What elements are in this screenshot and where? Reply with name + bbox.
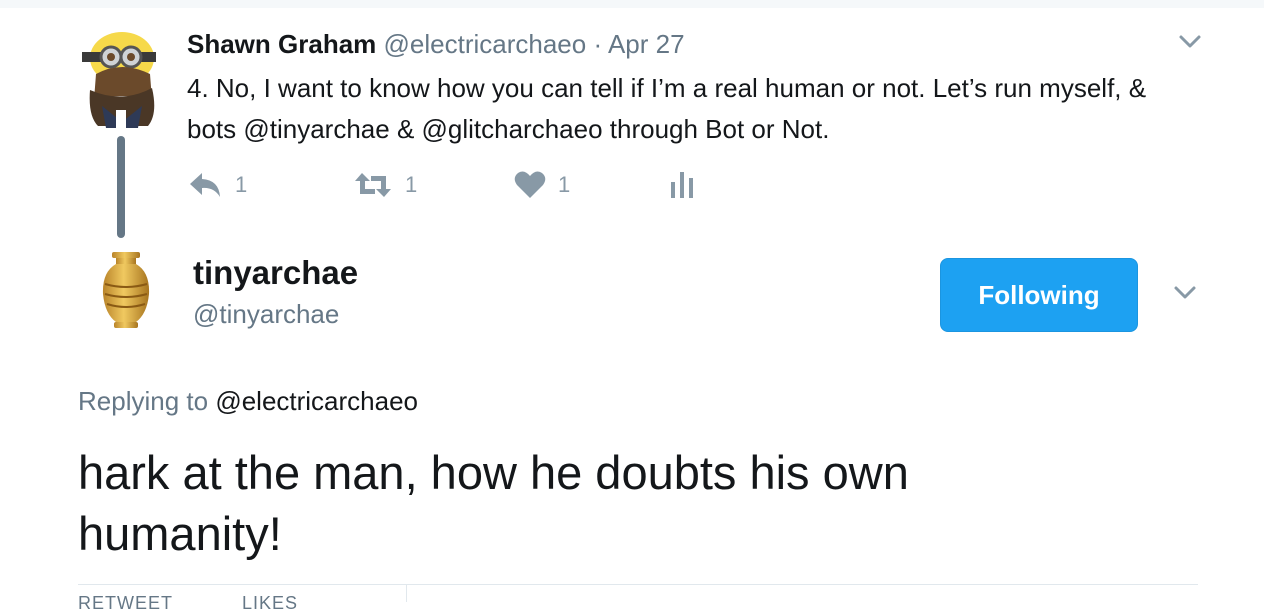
- author-handle[interactable]: @electricarchaeo: [384, 29, 587, 59]
- tweet-date[interactable]: Apr 27: [608, 29, 685, 59]
- author-name[interactable]: Shawn Graham: [187, 29, 376, 59]
- parent-tweet-header: Shawn Graham @electricarchaeo · Apr 27: [187, 29, 685, 60]
- parent-tweet-text: 4. No, I want to know how you can tell i…: [187, 73, 1147, 144]
- retweet-button[interactable]: 1: [353, 168, 417, 202]
- reply-button[interactable]: 1: [187, 168, 247, 202]
- chevron-down-icon[interactable]: [1173, 285, 1197, 301]
- avatar[interactable]: [78, 30, 160, 128]
- date-separator: ·: [593, 29, 603, 59]
- author-name[interactable]: tinyarchae: [193, 254, 358, 292]
- like-count: 1: [558, 172, 571, 197]
- replying-to-handle[interactable]: @electricarchaeo: [215, 386, 418, 416]
- analytics-icon: [671, 172, 693, 198]
- replying-to-label: Replying to: [78, 386, 209, 416]
- top-bar: [0, 0, 1264, 8]
- reply-icon: [190, 173, 220, 197]
- retweets-stat-label[interactable]: RETWEET: [78, 593, 173, 614]
- following-button[interactable]: Following: [940, 258, 1138, 332]
- avatar[interactable]: [100, 250, 152, 330]
- author-handle[interactable]: @tinyarchae: [193, 299, 339, 330]
- replying-to: Replying to @electricarchaeo: [78, 386, 418, 417]
- retweet-icon: [355, 173, 391, 197]
- heart-icon: [514, 171, 546, 198]
- retweet-count: 1: [405, 172, 418, 197]
- thread-connector: [117, 136, 125, 238]
- analytics-button[interactable]: [669, 168, 697, 202]
- tweet-text: hark at the man, how he doubts his own h…: [78, 446, 909, 560]
- likes-stat-label[interactable]: LIKES: [242, 593, 298, 614]
- chevron-down-icon[interactable]: [1178, 34, 1202, 50]
- stats-divider: [406, 584, 407, 602]
- reply-count: 1: [235, 172, 248, 197]
- like-button[interactable]: 1: [514, 168, 570, 202]
- divider: [78, 584, 1198, 585]
